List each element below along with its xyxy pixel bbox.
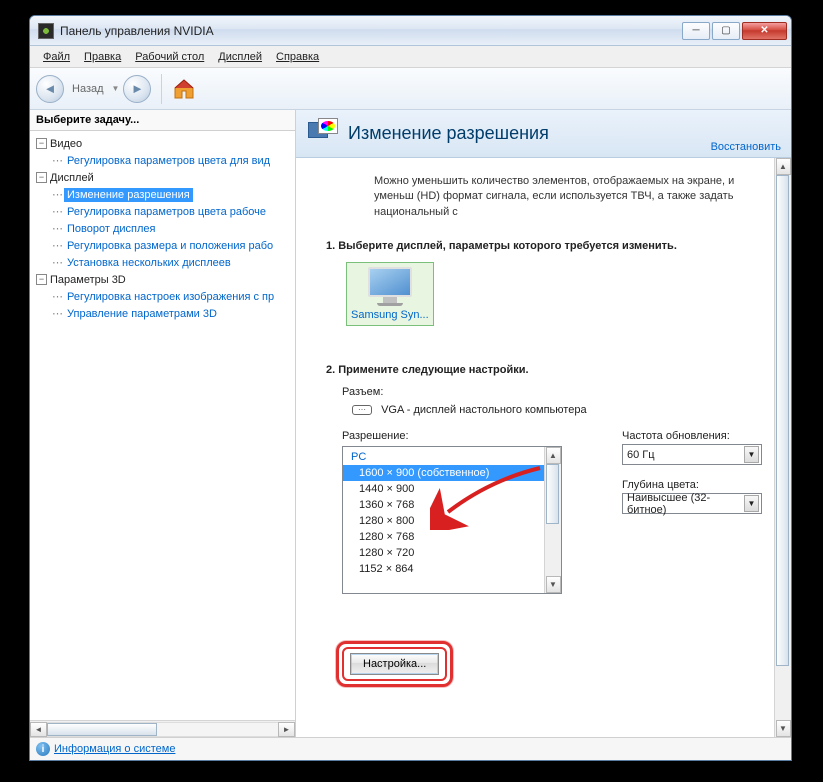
step2-title: 2. Примените следующие настройки. bbox=[326, 364, 787, 376]
menu-desktop[interactable]: Рабочий стол bbox=[128, 49, 211, 65]
vga-icon bbox=[352, 405, 372, 415]
menu-display[interactable]: Дисплей bbox=[211, 49, 269, 65]
display-name: Samsung Syn... bbox=[351, 309, 429, 321]
tree-item-multi-display[interactable]: Установка нескольких дисплеев bbox=[64, 256, 234, 270]
back-dropdown-icon[interactable]: ▼ bbox=[112, 84, 120, 93]
res-item-1280x720[interactable]: 1280 × 720 bbox=[343, 545, 561, 561]
chevron-down-icon[interactable]: ▼ bbox=[744, 495, 759, 512]
back-button[interactable]: ◄ bbox=[36, 75, 64, 103]
tree-item-change-resolution[interactable]: Изменение разрешения bbox=[64, 188, 193, 202]
res-item-1280x768[interactable]: 1280 × 768 bbox=[343, 529, 561, 545]
scroll-down-icon[interactable]: ▼ bbox=[546, 576, 561, 593]
toolbar-separator bbox=[161, 74, 162, 104]
titlebar[interactable]: Панель управления NVIDIA ─ ▢ ✕ bbox=[30, 16, 791, 46]
page-title: Изменение разрешения bbox=[348, 123, 549, 144]
tree-item-3d-image[interactable]: Регулировка настроек изображения с пр bbox=[64, 290, 277, 304]
menubar: Файл Правка Рабочий стол Дисплей Справка bbox=[30, 46, 791, 68]
close-button[interactable]: ✕ bbox=[742, 22, 787, 40]
sidebar-header: Выберите задачу... bbox=[30, 110, 295, 131]
tree-item-rotate[interactable]: Поворот дисплея bbox=[64, 222, 158, 236]
menu-help[interactable]: Справка bbox=[269, 49, 326, 65]
tree-item-size-position[interactable]: Регулировка размера и положения рабо bbox=[64, 239, 276, 253]
res-item-1360x768[interactable]: 1360 × 768 bbox=[343, 497, 561, 513]
toolbar: ◄ Назад ▼ ► bbox=[30, 68, 791, 110]
tree-cat-3d[interactable]: Параметры 3D bbox=[50, 274, 126, 286]
monitor-icon bbox=[366, 267, 414, 307]
back-label: Назад bbox=[68, 83, 108, 95]
tree-item-3d-manage[interactable]: Управление параметрами 3D bbox=[64, 307, 220, 321]
forward-button[interactable]: ► bbox=[123, 75, 151, 103]
system-info-link[interactable]: Информация о системе bbox=[54, 743, 175, 755]
connector-value: VGA - дисплей настольного компьютера bbox=[381, 404, 587, 416]
res-category: PC bbox=[343, 449, 561, 465]
tree-cat-video[interactable]: Видео bbox=[50, 138, 82, 150]
display-selector[interactable]: Samsung Syn... bbox=[346, 262, 434, 326]
res-vscroll[interactable]: ▲ ▼ bbox=[544, 447, 561, 593]
vscroll-thumb[interactable] bbox=[546, 464, 559, 524]
tree-toggle-display[interactable]: − bbox=[36, 172, 47, 183]
refresh-label: Частота обновления: bbox=[622, 430, 762, 442]
scroll-right-icon[interactable]: ► bbox=[278, 722, 295, 737]
tree-toggle-3d[interactable]: − bbox=[36, 274, 47, 285]
home-button[interactable] bbox=[172, 77, 196, 101]
tree-cat-display[interactable]: Дисплей bbox=[50, 172, 94, 184]
depth-combo[interactable]: Наивысшее (32-битное)▼ bbox=[622, 493, 762, 514]
scroll-down-icon[interactable]: ▼ bbox=[776, 720, 791, 737]
page-icon bbox=[308, 118, 340, 150]
minimize-button[interactable]: ─ bbox=[682, 22, 710, 40]
vscroll-thumb[interactable] bbox=[776, 175, 789, 666]
hscroll-thumb[interactable] bbox=[47, 723, 157, 736]
tree-item-video-color[interactable]: Регулировка параметров цвета для вид bbox=[64, 154, 273, 168]
app-icon bbox=[38, 23, 54, 39]
step1-title: 1. Выберите дисплей, параметры которого … bbox=[326, 240, 787, 252]
resolution-label: Разрешение: bbox=[342, 430, 562, 442]
restore-link[interactable]: Восстановить bbox=[711, 141, 781, 153]
scroll-left-icon[interactable]: ◄ bbox=[30, 722, 47, 737]
res-item-1600x900[interactable]: 1600 × 900 (собственное) bbox=[343, 465, 561, 481]
page-header: Изменение разрешения Восстановить bbox=[296, 110, 791, 158]
maximize-button[interactable]: ▢ bbox=[712, 22, 740, 40]
res-item-1280x800[interactable]: 1280 × 800 bbox=[343, 513, 561, 529]
scroll-up-icon[interactable]: ▲ bbox=[776, 158, 791, 175]
res-item-1152x864[interactable]: 1152 × 864 bbox=[343, 561, 561, 577]
window-title: Панель управления NVIDIA bbox=[60, 24, 682, 38]
depth-label: Глубина цвета: bbox=[622, 479, 762, 491]
chevron-down-icon[interactable]: ▼ bbox=[744, 446, 759, 463]
connector-label: Разъем: bbox=[342, 386, 383, 398]
scroll-up-icon[interactable]: ▲ bbox=[546, 447, 561, 464]
main-vscroll[interactable]: ▲ ▼ bbox=[774, 158, 791, 737]
refresh-combo[interactable]: 60 Гц▼ bbox=[622, 444, 762, 465]
info-icon: i bbox=[36, 742, 50, 756]
resolution-list[interactable]: PC 1600 × 900 (собственное) 1440 × 900 1… bbox=[342, 446, 562, 594]
customize-button[interactable]: Настройка... bbox=[350, 653, 439, 675]
task-tree: −Видео ⋯Регулировка параметров цвета для… bbox=[30, 131, 295, 720]
sidebar: Выберите задачу... −Видео ⋯Регулировка п… bbox=[30, 110, 296, 737]
menu-edit[interactable]: Правка bbox=[77, 49, 128, 65]
res-item-1440x900[interactable]: 1440 × 900 bbox=[343, 481, 561, 497]
sidebar-hscroll[interactable]: ◄ ► bbox=[30, 720, 295, 737]
tree-toggle-video[interactable]: − bbox=[36, 138, 47, 149]
footer: i Информация о системе bbox=[30, 737, 791, 760]
menu-file[interactable]: Файл bbox=[36, 49, 77, 65]
page-description: Можно уменьшить количество элементов, от… bbox=[374, 174, 767, 220]
customize-highlight: Настройка... bbox=[336, 641, 453, 687]
tree-item-desktop-color[interactable]: Регулировка параметров цвета рабоче bbox=[64, 205, 269, 219]
